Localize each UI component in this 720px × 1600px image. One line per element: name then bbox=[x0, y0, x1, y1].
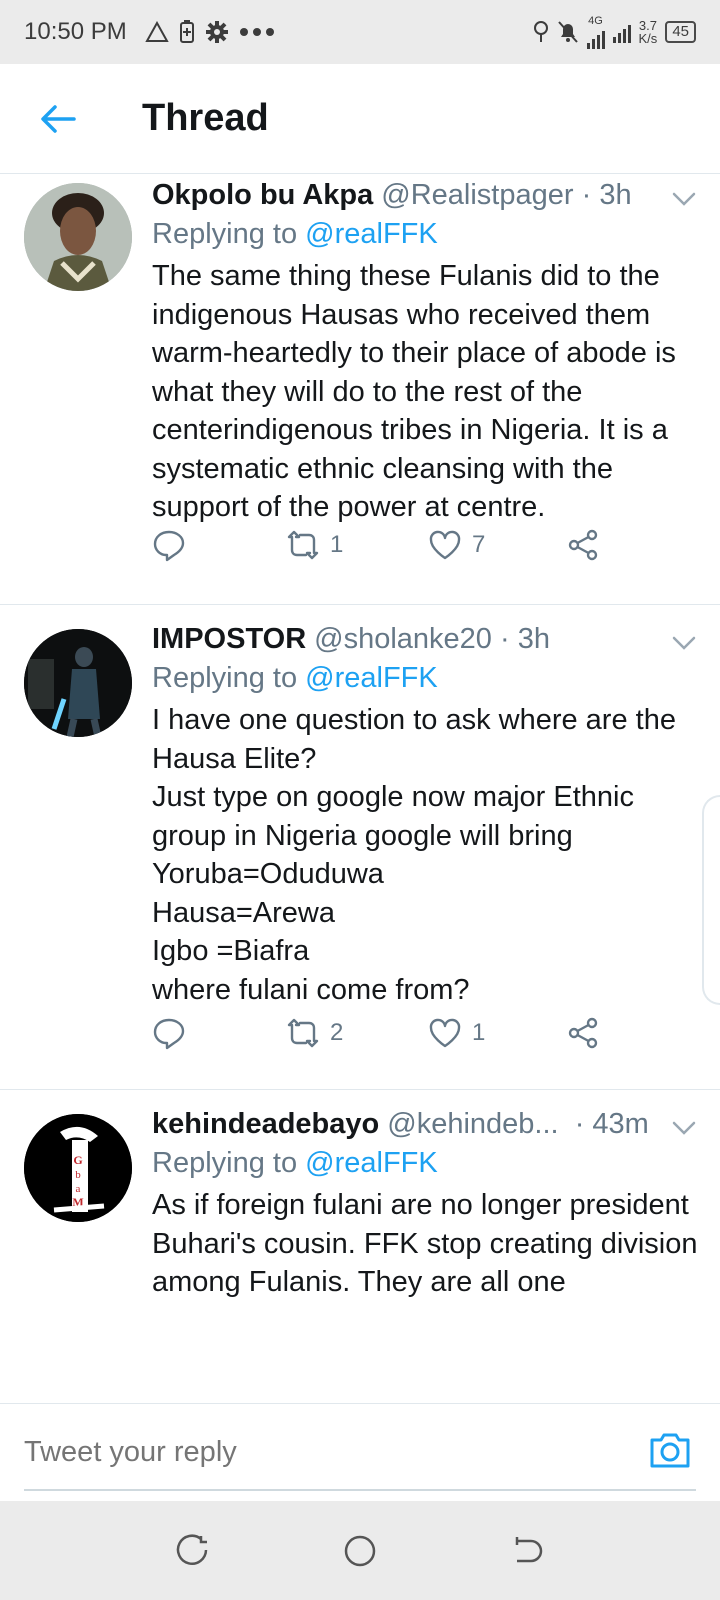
back-button[interactable] bbox=[28, 89, 88, 149]
heart-icon bbox=[429, 530, 461, 560]
replying-prefix: Replying to bbox=[152, 1147, 306, 1179]
back-arrow-icon bbox=[41, 104, 76, 133]
tweet-text: The same thing these Fulanis did to the … bbox=[152, 260, 676, 523]
tweet-time: · 3h bbox=[500, 623, 550, 655]
retweet-count: 2 bbox=[330, 1019, 344, 1046]
battery-saver-icon bbox=[179, 20, 195, 44]
chevron-down-icon[interactable] bbox=[668, 627, 700, 659]
tweet-item[interactable]: IMPOSTOR @sholanke20 · 3h Replying to @r… bbox=[0, 605, 720, 1090]
author-name[interactable]: Okpolo bu Akpa bbox=[152, 179, 373, 212]
recent-apps-button[interactable] bbox=[171, 1529, 215, 1573]
tweet-time: · 3h bbox=[581, 179, 632, 211]
home-button[interactable] bbox=[338, 1529, 382, 1573]
share-icon bbox=[568, 529, 598, 561]
tweet-time: · 43m bbox=[574, 1108, 649, 1140]
avatar[interactable] bbox=[24, 183, 132, 291]
recent-apps-icon bbox=[177, 1533, 208, 1565]
like-count: 7 bbox=[472, 531, 486, 558]
svg-text:b: b bbox=[75, 1169, 81, 1181]
thread-feed[interactable]: Okpolo bu Akpa @Realistpager · 3h Replyi… bbox=[0, 175, 720, 1403]
retweet-button[interactable]: 2 bbox=[286, 1016, 343, 1050]
avatar-image: G b a M bbox=[24, 1114, 132, 1222]
status-right-icons: 4G 3.7 K/s 45 bbox=[533, 14, 696, 49]
status-bar: 10:50 PM 4G 3.7 K/s 45 bbox=[0, 0, 720, 64]
reply-button[interactable] bbox=[152, 528, 186, 562]
input-underline bbox=[24, 1489, 696, 1491]
retweet-icon bbox=[287, 530, 319, 560]
share-icon bbox=[568, 1017, 598, 1049]
system-back-icon bbox=[515, 1536, 542, 1562]
svg-text:G: G bbox=[73, 1153, 82, 1167]
replying-prefix: Replying to bbox=[152, 662, 306, 694]
like-button[interactable]: 1 bbox=[428, 1016, 485, 1050]
speed-unit: K/s bbox=[638, 31, 658, 46]
tweet-item[interactable]: Okpolo bu Akpa @Realistpager · 3h Replyi… bbox=[0, 175, 720, 605]
like-count: 1 bbox=[472, 1019, 486, 1046]
camera-icon[interactable] bbox=[648, 1428, 692, 1472]
status-left-icons bbox=[145, 20, 275, 44]
tweet-text: As if foreign fulani are no longer presi… bbox=[152, 1189, 698, 1298]
chevron-down-icon[interactable] bbox=[668, 1112, 700, 1144]
avatar[interactable] bbox=[24, 629, 132, 737]
mention-link[interactable]: @realFFK bbox=[305, 662, 438, 694]
more-dots-icon bbox=[239, 27, 275, 37]
tweet-text: I have one question to ask where are the… bbox=[152, 704, 676, 1006]
author-handle[interactable]: @sholanke20 bbox=[314, 623, 492, 656]
tweet-meta: Okpolo bu Akpa @Realistpager · 3h bbox=[152, 179, 700, 212]
reply-bar bbox=[0, 1403, 720, 1501]
author-name[interactable]: kehindeadebayo bbox=[152, 1108, 379, 1141]
retweet-icon bbox=[287, 1018, 319, 1048]
network-type: 4G bbox=[588, 14, 603, 27]
tweet-content: IMPOSTOR @sholanke20 · 3h Replying to @r… bbox=[152, 623, 700, 1009]
author-handle[interactable]: @kehindeb... bbox=[387, 1108, 558, 1141]
mention-link[interactable]: @realFFK bbox=[305, 218, 438, 250]
tweet-content: Okpolo bu Akpa @Realistpager · 3h Replyi… bbox=[152, 179, 700, 527]
author-name[interactable]: IMPOSTOR bbox=[152, 623, 306, 656]
svg-text:a: a bbox=[76, 1183, 81, 1195]
heart-icon bbox=[429, 1018, 461, 1048]
location-icon bbox=[533, 20, 549, 44]
like-button[interactable]: 7 bbox=[428, 528, 485, 562]
mention-link[interactable]: @realFFK bbox=[305, 1147, 438, 1179]
retweet-count: 1 bbox=[330, 531, 344, 558]
system-back-button[interactable] bbox=[505, 1529, 549, 1573]
warning-icon bbox=[145, 21, 169, 43]
tweet-meta: kehindeadebayo @kehindeb... · 43m bbox=[152, 1108, 700, 1141]
scroll-handle[interactable] bbox=[702, 795, 720, 1005]
settings-gear-icon bbox=[205, 20, 229, 44]
tweet-content: kehindeadebayo @kehindeb... · 43m Replyi… bbox=[152, 1108, 700, 1302]
share-button[interactable] bbox=[566, 1016, 600, 1050]
system-nav-bar bbox=[0, 1501, 720, 1600]
reply-icon bbox=[153, 1018, 185, 1050]
replying-to: Replying to @realFFK bbox=[152, 1147, 700, 1180]
tweet-item[interactable]: G b a M kehindeadebayo @kehindeb... · 43… bbox=[0, 1090, 720, 1403]
chevron-down-icon[interactable] bbox=[668, 183, 700, 215]
avatar-image bbox=[24, 629, 132, 737]
network-speed: 3.7 K/s bbox=[639, 19, 658, 45]
battery-level: 45 bbox=[665, 21, 696, 43]
home-circle-icon bbox=[344, 1535, 376, 1566]
status-time: 10:50 PM bbox=[24, 18, 127, 45]
reply-button[interactable] bbox=[152, 1016, 186, 1050]
signal-4g-icon: 4G bbox=[586, 14, 605, 49]
signal-icon bbox=[612, 21, 631, 43]
page-title: Thread bbox=[142, 97, 269, 139]
retweet-button[interactable]: 1 bbox=[286, 528, 343, 562]
tweet-reply-input[interactable] bbox=[24, 1422, 624, 1482]
author-handle[interactable]: @Realistpager bbox=[381, 179, 573, 212]
avatar[interactable]: G b a M bbox=[24, 1114, 132, 1222]
app-header: Thread bbox=[0, 64, 720, 174]
mute-bell-icon bbox=[557, 20, 579, 44]
avatar-image bbox=[24, 183, 132, 291]
replying-to: Replying to @realFFK bbox=[152, 218, 700, 251]
reply-icon bbox=[153, 530, 185, 562]
replying-to: Replying to @realFFK bbox=[152, 662, 700, 695]
tweet-meta: IMPOSTOR @sholanke20 · 3h bbox=[152, 623, 700, 656]
share-button[interactable] bbox=[566, 528, 600, 562]
replying-prefix: Replying to bbox=[152, 218, 306, 250]
